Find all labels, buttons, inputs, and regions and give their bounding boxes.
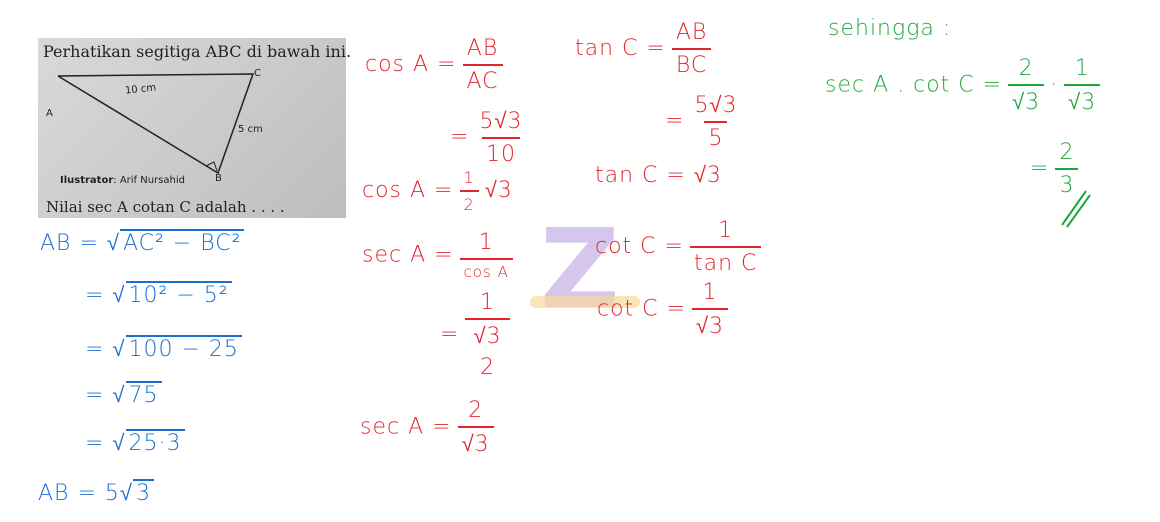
illustrator-name: : Arif Nursahid — [113, 175, 185, 186]
blue-line-3: = √ 100 − 25 — [85, 335, 242, 362]
problem-question: Nilai sec A cotan C adalah . . . . — [46, 198, 285, 216]
red2-line-2: = 5√3 5 — [665, 93, 738, 151]
illustrator-label: Ilustrator — [60, 175, 114, 186]
red1-line-6: sec A = 2 √3 — [360, 398, 500, 457]
red1-line-3: cos A = 1 2 √3 — [362, 168, 513, 214]
red2-line-1: tan C = AB BC — [575, 20, 717, 78]
vertex-c: C — [254, 68, 261, 79]
green-line-2: sec A . cot C = 2 √3 · 1 √3 — [825, 56, 1106, 115]
red2-line-3: tan C = √3 — [595, 163, 722, 188]
blue-line-2: = √ 10² − 5² — [85, 281, 232, 308]
blue-line-4: = √ 75 — [85, 381, 162, 408]
green-line-1: sehingga : — [828, 16, 952, 41]
blue-line-5: = √ 25·3 — [85, 429, 185, 456]
vertex-b: B — [215, 173, 222, 184]
red2-line-4: cot C = 1 tan C — [595, 218, 767, 276]
answer-mark-icon — [1061, 190, 1091, 228]
red1-line-1: cos A = AB AC — [365, 36, 509, 94]
blue-line-6: AB = 5√ 3 — [38, 479, 154, 506]
red1-line-2: = 5√3 10 — [450, 109, 523, 167]
red2-line-5: cot C = 1 √3 — [597, 280, 734, 339]
blue-line-1: AB = √ AC² − BC² — [40, 229, 245, 256]
red1-line-4: sec A = 1 cos A — [362, 230, 519, 281]
side-bc-label: 5 cm — [238, 124, 263, 135]
triangle-diagram — [57, 73, 255, 175]
red1-line-5: = 1 √3 2 — [440, 290, 516, 380]
vertex-a: A — [46, 108, 53, 119]
problem-image: Perhatikan segitiga ABC di bawah ini. A … — [38, 38, 351, 218]
